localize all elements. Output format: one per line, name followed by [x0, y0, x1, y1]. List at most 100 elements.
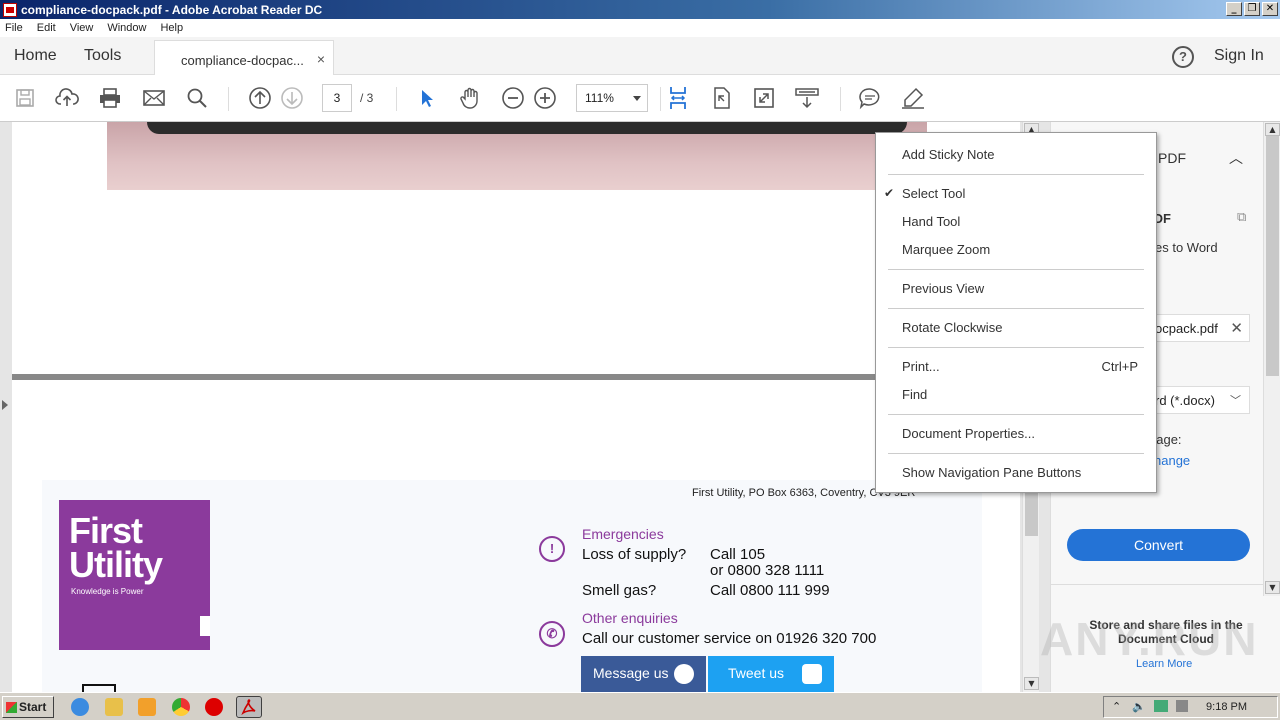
- highlight-pen-icon[interactable]: [900, 85, 926, 111]
- full-screen-icon[interactable]: [751, 85, 777, 111]
- anyrun-watermark: ANY.RUN: [1040, 613, 1259, 665]
- menu-separator: [888, 269, 1144, 270]
- tab-tools[interactable]: Tools: [84, 47, 121, 65]
- save-icon[interactable]: [12, 85, 38, 111]
- toolbar-divider: [660, 87, 661, 111]
- close-window-button[interactable]: ✕: [1262, 2, 1278, 16]
- checkmark-icon: ✔: [884, 186, 895, 200]
- menu-edit[interactable]: Edit: [37, 22, 56, 34]
- upload-cloud-icon[interactable]: [54, 85, 80, 111]
- convert-button[interactable]: Convert: [1067, 529, 1250, 561]
- page-number-input[interactable]: 3: [322, 84, 352, 112]
- hand-tool-icon[interactable]: [457, 85, 483, 111]
- menu-file[interactable]: File: [5, 22, 23, 34]
- message-us-button[interactable]: Message us: [581, 656, 706, 692]
- search-icon[interactable]: [184, 85, 210, 111]
- comment-icon[interactable]: [857, 85, 883, 111]
- menu-item-show-nav-pane-buttons[interactable]: Show Navigation Pane Buttons: [902, 465, 1081, 480]
- fit-width-icon[interactable]: [665, 85, 691, 111]
- select-tool-icon[interactable]: [414, 85, 440, 111]
- panel-scroll-thumb[interactable]: [1266, 136, 1279, 376]
- collapse-chevron-icon[interactable]: ︿: [1229, 148, 1243, 168]
- pdf-page-2: [12, 122, 1020, 374]
- selected-file-field[interactable]: ocpack.pdf ✕: [1146, 314, 1250, 342]
- help-icon[interactable]: ?: [1172, 46, 1194, 68]
- close-tab-icon[interactable]: ×: [317, 51, 325, 67]
- toolbar: 3 / 3 111%: [0, 75, 1280, 122]
- menu-item-rotate-clockwise[interactable]: Rotate Clockwise: [902, 320, 1002, 335]
- menu-item-previous-view[interactable]: Previous View: [902, 281, 984, 296]
- tab-document-label: compliance-docpac...: [181, 53, 304, 68]
- zoom-level-select[interactable]: 111%: [576, 84, 648, 112]
- taskbar: Start ⌃ 🔈 9:18 PM: [0, 692, 1280, 720]
- menu-item-document-properties[interactable]: Document Properties...: [902, 426, 1035, 441]
- media-player-icon[interactable]: [138, 698, 156, 716]
- volume-icon[interactable]: 🔈: [1132, 700, 1146, 713]
- menu-view[interactable]: View: [70, 22, 94, 34]
- sign-in-link[interactable]: Sign In: [1214, 47, 1264, 65]
- panel-scroll-down-icon[interactable]: ▼: [1265, 581, 1280, 594]
- system-tray: ⌃ 🔈 9:18 PM: [1103, 696, 1278, 718]
- warning-icon: !: [539, 536, 565, 562]
- opera-icon[interactable]: [205, 698, 223, 716]
- menu-item-find[interactable]: Find: [902, 387, 927, 402]
- acrobat-app-icon: [3, 2, 17, 17]
- logo-line-2: Utility: [69, 544, 163, 585]
- loss-of-supply-number: Call 105: [710, 546, 766, 563]
- change-language-link[interactable]: hange: [1154, 453, 1190, 468]
- remove-file-icon[interactable]: ✕: [1230, 319, 1243, 337]
- internet-explorer-icon[interactable]: [71, 698, 89, 716]
- menu-item-select-tool[interactable]: Select Tool: [902, 186, 965, 201]
- menu-separator: [888, 414, 1144, 415]
- context-menu: Add Sticky Note ✔ Select Tool Hand Tool …: [875, 132, 1157, 493]
- menu-help[interactable]: Help: [160, 22, 183, 34]
- scroll-mode-icon[interactable]: [794, 85, 820, 111]
- rotate-view-icon[interactable]: [708, 85, 734, 111]
- email-icon[interactable]: [141, 85, 167, 111]
- menu-item-hand-tool[interactable]: Hand Tool: [902, 214, 960, 229]
- phone-icon: ✆: [539, 621, 565, 647]
- panel-subtitle: es to Word: [1155, 240, 1218, 255]
- logo-tagline: Knowledge is Power: [71, 587, 144, 596]
- tab-home[interactable]: Home: [14, 47, 57, 65]
- menu-item-marquee-zoom[interactable]: Marquee Zoom: [902, 242, 990, 257]
- format-select[interactable]: rd (*.docx) ﹀: [1146, 386, 1250, 414]
- tray-expand-icon[interactable]: ⌃: [1112, 700, 1121, 713]
- copy-icon[interactable]: ⧉: [1237, 209, 1246, 225]
- minimize-button[interactable]: _: [1226, 2, 1242, 16]
- first-utility-logo: First Utility Knowledge is Power: [59, 500, 210, 650]
- chrome-icon[interactable]: [172, 698, 190, 716]
- clock: 9:18 PM: [1206, 701, 1247, 713]
- pdf-page-3: First Utility Knowledge is Power First U…: [12, 380, 1020, 692]
- menu-window[interactable]: Window: [107, 22, 146, 34]
- chevron-down-icon: ﹀: [1230, 395, 1241, 407]
- menu-item-print[interactable]: Print...: [902, 359, 940, 374]
- zoom-out-icon[interactable]: [500, 85, 526, 111]
- tweet-us-button[interactable]: Tweet us: [708, 656, 834, 692]
- next-page-icon[interactable]: [279, 85, 305, 111]
- loss-of-supply-label: Loss of supply?: [582, 546, 687, 563]
- messenger-icon: [674, 664, 694, 684]
- previous-page-icon[interactable]: [247, 85, 273, 111]
- print-icon[interactable]: [97, 85, 123, 111]
- start-button[interactable]: Start: [2, 696, 54, 718]
- panel-divider: [1051, 584, 1271, 585]
- scroll-down-icon[interactable]: ▼: [1024, 677, 1039, 690]
- tab-document[interactable]: compliance-docpac... ×: [154, 40, 334, 76]
- network-icon[interactable]: [1154, 700, 1168, 712]
- flag-icon[interactable]: [1176, 700, 1188, 712]
- customer-service-line: Call our customer service on 01926 320 7…: [582, 630, 877, 647]
- file-explorer-icon[interactable]: [105, 698, 123, 716]
- format-select-value: rd (*.docx): [1155, 393, 1215, 408]
- acrobat-taskbar-icon[interactable]: [236, 696, 262, 718]
- navigation-pane-toggle-icon[interactable]: [2, 400, 8, 410]
- menu-item-add-sticky-note[interactable]: Add Sticky Note: [902, 147, 995, 162]
- photo-device-edge: [147, 122, 907, 134]
- panel-scrollbar[interactable]: ▲ ▼: [1263, 122, 1280, 596]
- panel-scroll-up-icon[interactable]: ▲: [1265, 123, 1280, 136]
- emergencies-heading: Emergencies: [582, 526, 664, 542]
- tab-bar: Home Tools compliance-docpac... × ? Sign…: [0, 37, 1280, 76]
- restore-button[interactable]: ❐: [1244, 2, 1260, 16]
- zoom-in-icon[interactable]: [532, 85, 558, 111]
- menu-separator: [888, 308, 1144, 309]
